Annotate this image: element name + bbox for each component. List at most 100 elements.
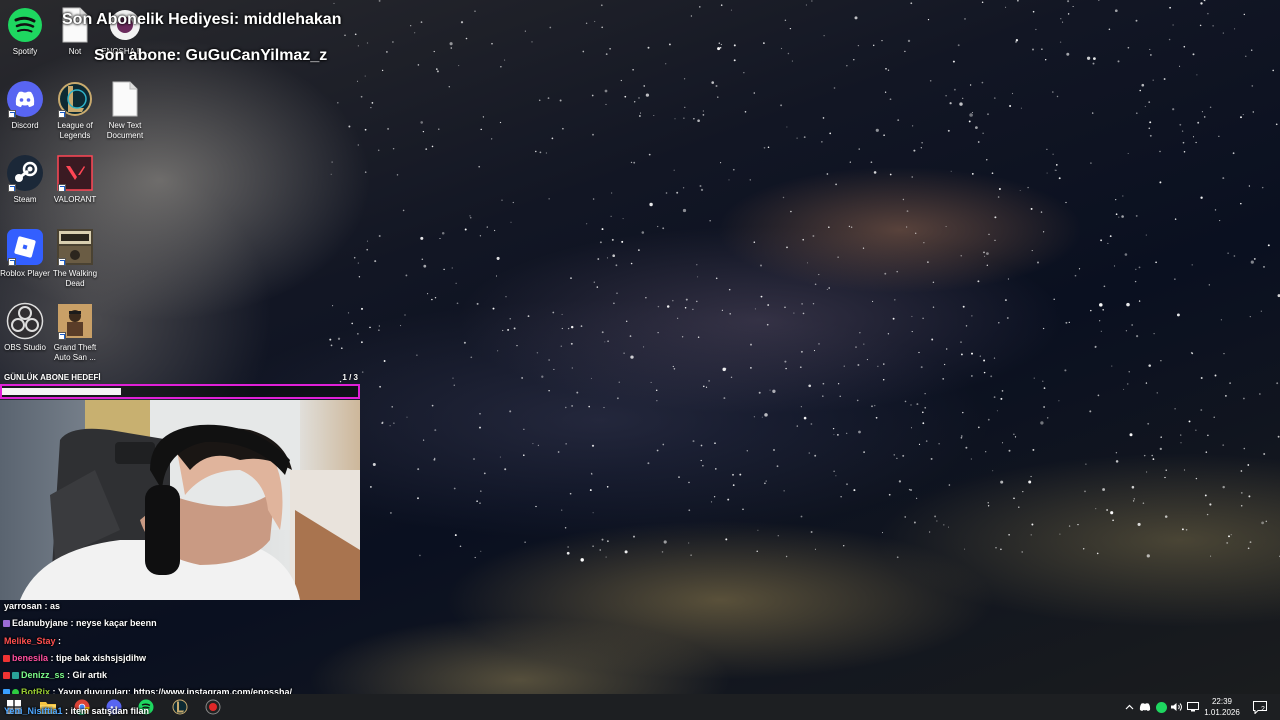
star (821, 141, 823, 143)
volume-icon[interactable] (1170, 694, 1184, 720)
star (561, 509, 563, 511)
star (943, 363, 946, 366)
star (1028, 480, 1032, 484)
star (523, 454, 525, 456)
star (894, 299, 896, 301)
star (782, 196, 785, 199)
desktop-icon-obs-studio[interactable]: OBS Studio (0, 302, 50, 353)
star (420, 236, 424, 240)
star (389, 511, 392, 514)
chevron-up-icon[interactable] (1122, 694, 1136, 720)
star (791, 60, 793, 62)
star (857, 44, 860, 47)
star (896, 457, 898, 459)
star (961, 435, 963, 437)
star (535, 505, 537, 508)
star (911, 125, 914, 127)
star (803, 136, 806, 138)
notification-center-icon[interactable]: 2 (1250, 694, 1270, 720)
desktop-icon-gta[interactable]: Grand Theft Auto San ... (50, 302, 100, 363)
star (1155, 261, 1157, 264)
star (702, 114, 705, 116)
star (1196, 74, 1198, 76)
desktop-icon-new-text-document[interactable]: New Text Document (100, 80, 150, 141)
discord-tray-icon[interactable] (1138, 694, 1152, 720)
star (604, 89, 608, 93)
chat-text: : neyse kaçar beenn (68, 618, 157, 628)
star (1169, 6, 1171, 9)
star (366, 42, 369, 44)
star (482, 116, 485, 118)
star (1138, 266, 1141, 269)
star (979, 355, 981, 357)
star (696, 300, 698, 303)
star (633, 101, 636, 103)
star (856, 399, 859, 402)
star (924, 393, 926, 395)
star (1112, 519, 1114, 522)
star (1197, 121, 1200, 124)
desktop-icon-league-of-legends[interactable]: League of Legends (50, 80, 100, 141)
star (942, 378, 945, 380)
star (1240, 491, 1243, 494)
desktop-icon-the-walking-dead[interactable]: The Walking Dead (50, 228, 100, 289)
star (616, 292, 618, 294)
desktop-icon-label: Roblox Player (0, 269, 50, 278)
star (330, 173, 332, 175)
taskbar-clock[interactable]: 22:39 1.01.2026 (1198, 696, 1246, 718)
star (1062, 21, 1064, 23)
star (1058, 177, 1061, 180)
star (1032, 448, 1035, 451)
star (837, 383, 840, 385)
desktop-icon-roblox-player[interactable]: Roblox Player (0, 228, 50, 279)
star (1129, 433, 1133, 437)
text-document-icon (106, 80, 144, 118)
star (592, 545, 594, 548)
star (662, 443, 665, 446)
star (1242, 114, 1244, 116)
star (624, 95, 627, 98)
star (887, 333, 890, 335)
star (601, 228, 604, 231)
star (913, 149, 916, 152)
star (922, 411, 924, 414)
star (1108, 28, 1111, 31)
star (480, 128, 482, 131)
star (1086, 56, 1091, 60)
star (570, 277, 572, 279)
star (1212, 25, 1214, 27)
star (1135, 112, 1138, 115)
star (419, 554, 421, 557)
desktop-icon-spotify[interactable]: Spotify (0, 6, 50, 57)
star (875, 128, 879, 132)
star (739, 473, 742, 476)
star (653, 114, 655, 117)
star (1204, 494, 1207, 497)
star (945, 225, 947, 228)
star (570, 325, 574, 329)
desktop-icon-steam[interactable]: Steam (0, 154, 50, 205)
star (749, 179, 751, 181)
subscriber-badge-icon (3, 620, 10, 628)
league-of-legends-taskbar-icon[interactable] (170, 697, 190, 717)
desktop-icon-valorant[interactable]: VALORANT (50, 154, 100, 205)
star (478, 165, 481, 168)
star (1019, 189, 1021, 192)
star (697, 276, 699, 278)
star (416, 354, 418, 356)
star (800, 350, 803, 353)
star (576, 391, 579, 394)
record-icon[interactable] (203, 697, 223, 717)
star (720, 4, 723, 6)
star (1107, 242, 1109, 244)
star (1133, 498, 1135, 500)
desktop-icon-discord[interactable]: Discord (0, 80, 50, 131)
spotify-tray-icon[interactable] (1154, 694, 1168, 720)
star (1224, 394, 1227, 397)
star (1115, 452, 1118, 454)
chat-username: Denizz_ss (21, 670, 65, 680)
star (604, 341, 606, 343)
star (548, 390, 550, 392)
star (1135, 19, 1138, 22)
star (497, 350, 499, 352)
